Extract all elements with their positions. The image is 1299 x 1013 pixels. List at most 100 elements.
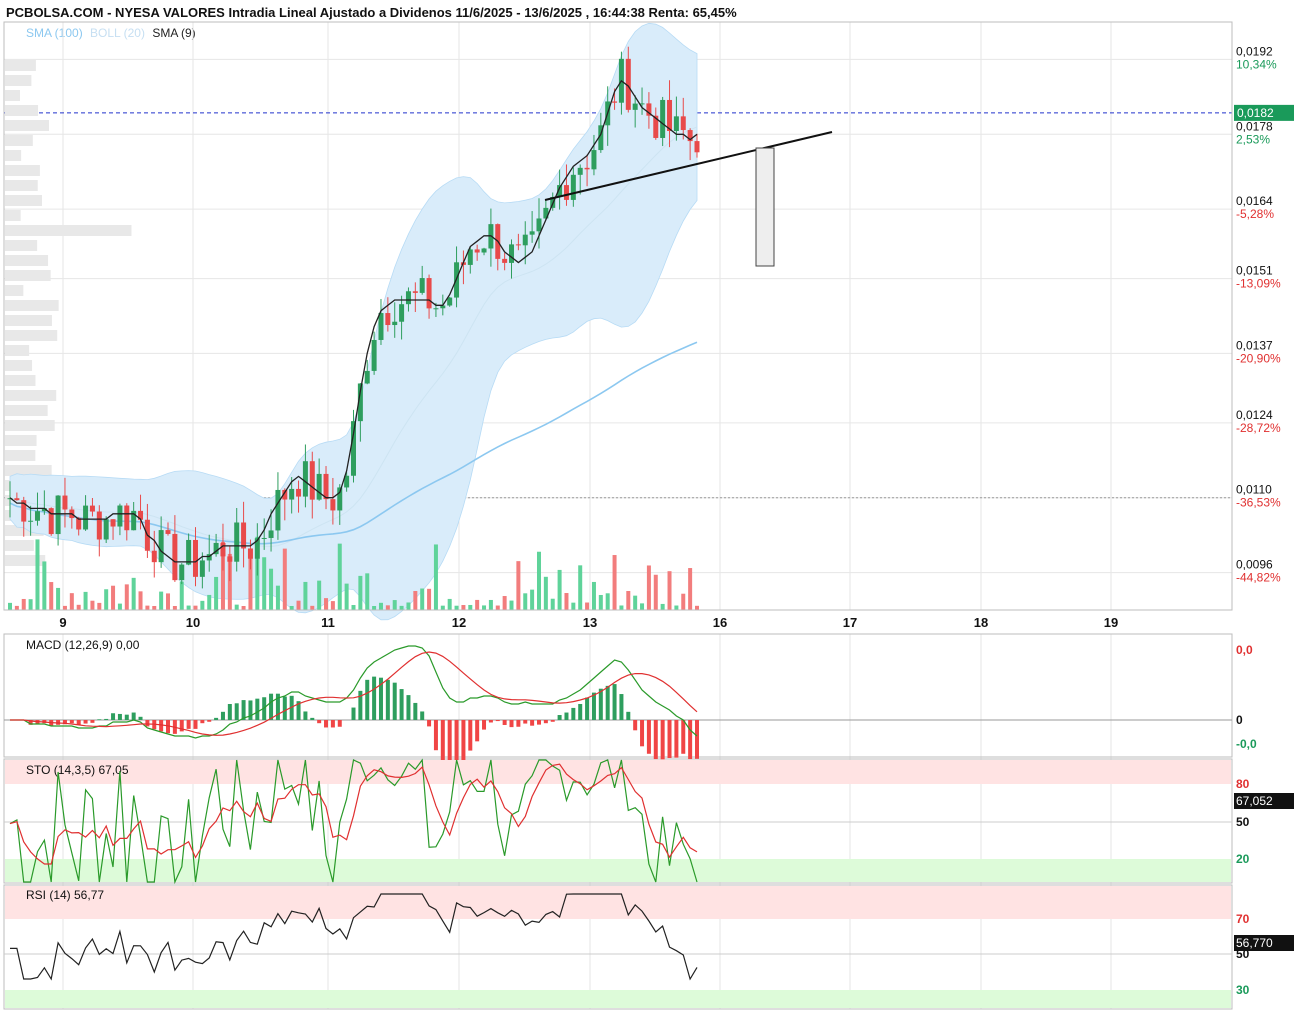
candle-body bbox=[584, 167, 590, 170]
profile-bar bbox=[5, 180, 38, 191]
profile-bar bbox=[5, 150, 22, 161]
candle-body bbox=[536, 218, 542, 232]
candle-body bbox=[694, 141, 700, 153]
macd-hist bbox=[399, 689, 404, 720]
volume-bar bbox=[186, 605, 191, 610]
volume-bar bbox=[543, 576, 548, 610]
sto-label: STO (14,3,5) 67,05 bbox=[26, 763, 129, 777]
candle-body bbox=[474, 249, 480, 253]
volume-bar bbox=[28, 599, 33, 610]
macd-hist bbox=[413, 702, 418, 720]
x-tick-16: 16 bbox=[713, 615, 727, 630]
volume-bar bbox=[166, 593, 171, 610]
macd-hist bbox=[186, 720, 191, 729]
volume-bar bbox=[509, 600, 514, 610]
profile-bar bbox=[5, 285, 24, 296]
rsi-oversold-zone bbox=[5, 990, 1231, 1008]
candle-body bbox=[323, 473, 329, 500]
profile-bar bbox=[5, 360, 33, 371]
macd-hist bbox=[509, 720, 514, 728]
macd-hist bbox=[598, 688, 603, 720]
volume-bar bbox=[365, 573, 370, 610]
volume-bar bbox=[97, 602, 102, 610]
volume-bar bbox=[447, 598, 452, 610]
macd-hist bbox=[214, 717, 219, 720]
price-label-7: 0,0096 bbox=[1236, 558, 1273, 572]
volume-bar bbox=[482, 605, 487, 610]
macd-hist bbox=[90, 720, 95, 723]
volume-bar bbox=[200, 600, 205, 610]
volume-bar bbox=[488, 599, 493, 610]
profile-bar bbox=[5, 225, 132, 236]
volume-bar bbox=[159, 591, 164, 610]
candle-body bbox=[192, 539, 198, 577]
macd-hist bbox=[640, 720, 645, 747]
volume-bar bbox=[138, 591, 143, 610]
price-label-6: 0,0110 bbox=[1236, 483, 1272, 497]
profile-bar bbox=[5, 405, 48, 416]
macd-hist bbox=[646, 720, 651, 754]
volume-bar bbox=[440, 605, 445, 610]
profile-bar bbox=[5, 135, 33, 146]
volume-bar bbox=[49, 582, 54, 610]
candle-body bbox=[117, 505, 123, 527]
macd-hist bbox=[330, 720, 335, 728]
sto-level-80: 80 bbox=[1236, 777, 1250, 791]
x-tick-17: 17 bbox=[843, 615, 857, 630]
volume-bar bbox=[234, 604, 239, 610]
macd-hist bbox=[461, 720, 466, 767]
volume-bar bbox=[667, 571, 672, 610]
candle-body bbox=[399, 304, 405, 322]
volume-bar bbox=[42, 561, 47, 610]
candle-body bbox=[62, 495, 68, 510]
pct-label-2: -5,28% bbox=[1236, 207, 1274, 221]
x-tick-10: 10 bbox=[186, 615, 200, 630]
x-tick-18: 18 bbox=[974, 615, 988, 630]
profile-bar bbox=[5, 120, 49, 131]
volume-bar bbox=[104, 589, 109, 610]
candle-body bbox=[172, 533, 178, 581]
macd-hist bbox=[193, 720, 198, 729]
profile-bar bbox=[5, 240, 38, 251]
volume-bar bbox=[646, 565, 651, 610]
volume-bar bbox=[117, 603, 122, 610]
profile-bar bbox=[5, 390, 57, 401]
volume-bar bbox=[83, 591, 88, 610]
macd-axis-0: 0,0 bbox=[1236, 643, 1253, 657]
macd-hist bbox=[516, 720, 521, 727]
candle-body bbox=[577, 167, 583, 175]
volume-bar bbox=[626, 591, 631, 610]
x-tick-11: 11 bbox=[321, 615, 335, 630]
macd-hist bbox=[69, 720, 74, 724]
volume-bar bbox=[502, 596, 507, 610]
volume-bar bbox=[289, 605, 294, 610]
profile-bar bbox=[5, 90, 21, 101]
profile-bar bbox=[5, 75, 32, 86]
stochastic-panel: STO (14,3,5) 67,05 80 50 20 67,052 bbox=[4, 758, 1294, 885]
rsi-overbought-zone bbox=[5, 886, 1231, 919]
candle-body bbox=[385, 313, 391, 326]
macd-hist bbox=[282, 696, 287, 720]
candle-body bbox=[591, 150, 597, 170]
volume-bar bbox=[468, 604, 473, 610]
volume-bar bbox=[35, 539, 40, 610]
volume-bar bbox=[406, 602, 411, 610]
volume-bar bbox=[56, 587, 61, 610]
volume-bar bbox=[413, 590, 418, 610]
macd-hist bbox=[207, 720, 212, 722]
macd-hist bbox=[530, 720, 535, 726]
volume-bar bbox=[124, 584, 129, 610]
macd-hist bbox=[200, 720, 205, 724]
macd-hist bbox=[124, 714, 129, 720]
macd-hist bbox=[688, 720, 693, 760]
volume-bar bbox=[605, 593, 610, 610]
macd-hist bbox=[117, 713, 122, 720]
macd-hist bbox=[365, 679, 370, 720]
candle-body bbox=[433, 308, 439, 310]
volume-bar bbox=[695, 605, 699, 610]
volume-bar bbox=[337, 543, 342, 610]
candle-body bbox=[220, 542, 226, 557]
volume-bar bbox=[598, 594, 603, 610]
macd-hist bbox=[420, 711, 425, 720]
price-label-3: 0,0151 bbox=[1236, 264, 1273, 278]
